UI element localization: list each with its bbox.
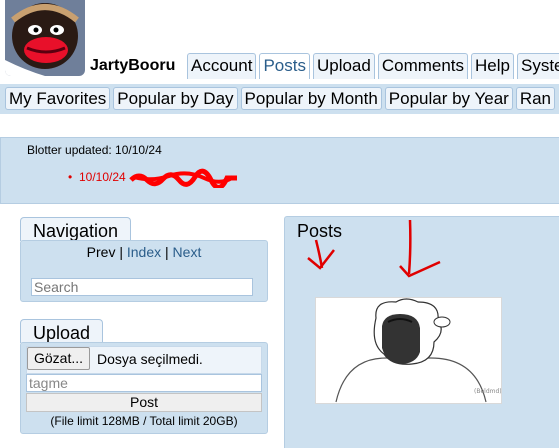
post-button[interactable]: Post (26, 393, 262, 412)
annotation-arrows (307, 219, 441, 278)
blotter: Blotter updated: 10/10/24 10/10/24 (0, 137, 559, 204)
blotter-header: Blotter updated: 10/10/24 (27, 143, 162, 157)
tags-input[interactable]: tagme (26, 374, 262, 392)
sub-navigation: My Favorites Popular by Day Popular by M… (0, 84, 559, 114)
tab-upload[interactable]: Upload (312, 53, 375, 79)
subnav-my-favorites[interactable]: My Favorites (5, 87, 111, 110)
svg-text:(Beldmd): (Beldmd) (474, 388, 501, 395)
upload-limit-text: (File limit 128MB / Total limit 20GB) (50, 414, 238, 428)
redaction-scribble (129, 168, 237, 188)
subnav-popular-by-year[interactable]: Popular by Year (384, 87, 513, 110)
next-link[interactable]: Next (173, 244, 202, 260)
browse-button[interactable]: Gözat... (27, 347, 91, 370)
nav-separator: | (115, 244, 127, 260)
upload-title: Upload (20, 319, 104, 343)
tab-comments[interactable]: Comments (377, 53, 469, 79)
subnav-random[interactable]: Ran (515, 87, 556, 110)
navigation-title: Navigation (20, 217, 132, 241)
top-navigation: Account Posts Upload Comments Help Syste (187, 53, 559, 79)
search-input[interactable]: Search (31, 278, 253, 296)
subnav-popular-by-month[interactable]: Popular by Month (240, 87, 382, 110)
tab-posts[interactable]: Posts (259, 53, 310, 79)
blotter-entry-date: 10/10/24 (68, 170, 126, 184)
prev-label[interactable]: Prev (87, 244, 116, 260)
nav-separator: | (161, 244, 173, 260)
no-file-text: Dosya seçilmedi. (97, 351, 203, 367)
subnav-popular-by-day[interactable]: Popular by Day (113, 87, 238, 110)
tab-account[interactable]: Account (187, 53, 257, 79)
nav-links: Prev | Index | Next (20, 244, 268, 260)
post-thumbnail[interactable]: (Beldmd) (315, 297, 502, 404)
index-link[interactable]: Index (127, 244, 161, 260)
tab-help[interactable]: Help (471, 53, 514, 79)
site-logo[interactable] (5, 0, 85, 76)
tab-system[interactable]: Syste (517, 53, 559, 79)
site-title[interactable]: JartyBooru (90, 57, 175, 75)
